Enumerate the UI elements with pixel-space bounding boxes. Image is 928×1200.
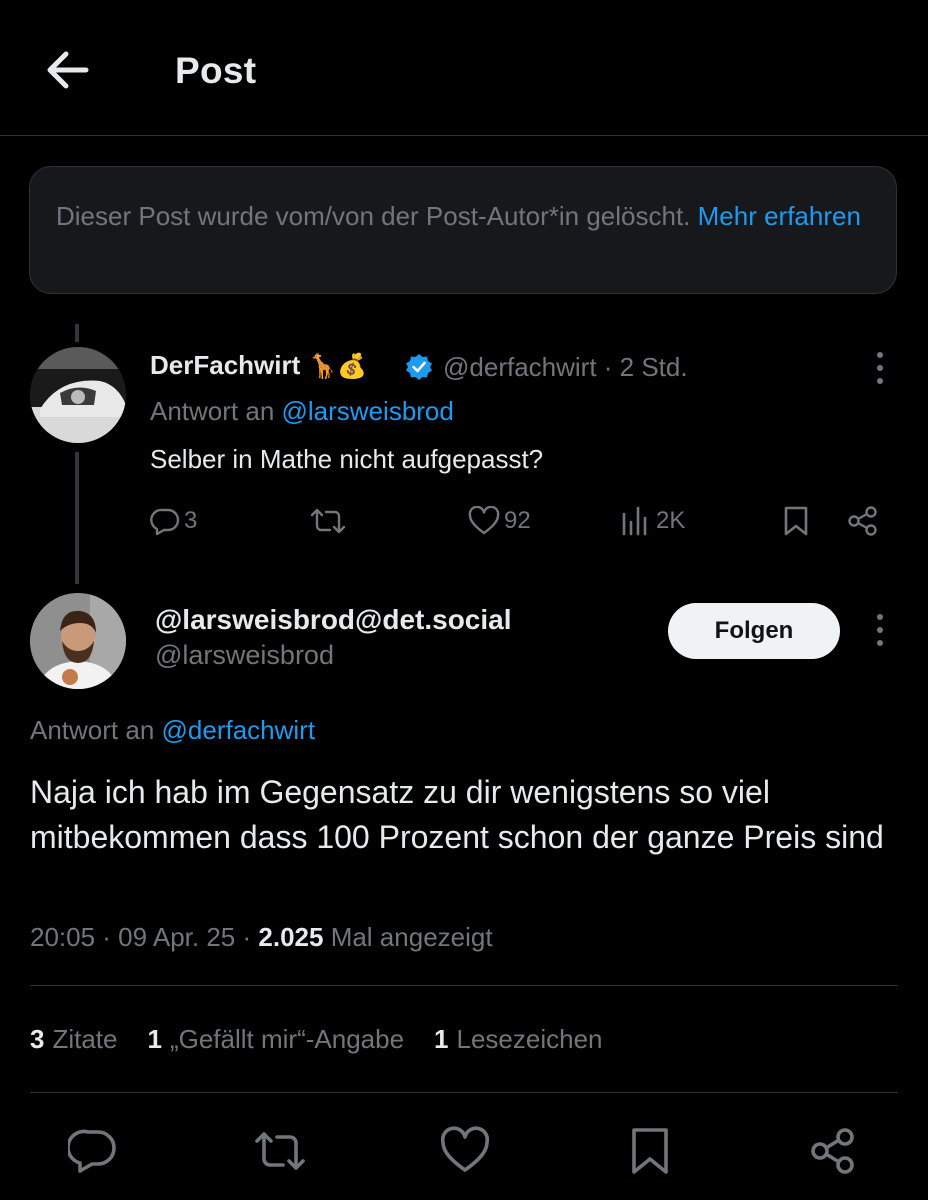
bookmarks-label: Lesezeichen [456, 1024, 603, 1054]
replying-to: Antwort an @derfachwirt [30, 715, 315, 746]
view-label: Mal angezeigt [323, 922, 493, 952]
kebab-icon[interactable] [870, 611, 890, 651]
thread-line [75, 324, 79, 342]
reply-count: 3 [184, 507, 198, 534]
replying-to: Antwort an @larsweisbrod [150, 396, 454, 427]
reply-icon [150, 508, 180, 536]
post-author-handle[interactable]: @larsweisbrod [155, 640, 334, 671]
quotes-count: 3 [30, 1024, 45, 1054]
bookmarks-count: 1 [434, 1024, 449, 1054]
avatar[interactable] [30, 593, 126, 689]
likes-count: 1 [147, 1024, 162, 1054]
like-icon [468, 506, 500, 535]
quotes-label: Zitate [52, 1024, 118, 1054]
page-title: Post [175, 50, 257, 91]
reply-text: Selber in Mathe nicht aufgepasst? [150, 444, 544, 474]
views-icon [622, 506, 647, 536]
kebab-icon[interactable] [870, 349, 890, 389]
timestamp-text: 20:05 · 09 Apr. 25 · [30, 922, 259, 952]
bookmarks-stat[interactable]: 1 Lesezeichen [434, 1024, 602, 1055]
divider [30, 985, 898, 986]
back-arrow-icon[interactable] [44, 48, 92, 92]
share-button[interactable] [846, 498, 880, 544]
notice-text: Dieser Post wurde vom/von der Post-Autor… [56, 201, 698, 231]
replying-prefix: Antwort an [150, 396, 282, 426]
reply-button[interactable]: 3 [150, 498, 197, 544]
post-timestamp: 20:05 · 09 Apr. 25 · 2.025 Mal angezeigt [30, 922, 493, 953]
avatar[interactable] [30, 347, 126, 443]
view-count: 2.025 [258, 922, 324, 952]
replying-handle-link[interactable]: @derfachwirt [162, 715, 316, 745]
share-icon [848, 506, 877, 536]
divider [30, 1092, 898, 1093]
post-author-name[interactable]: @larsweisbrod@det.social [155, 604, 512, 636]
like-icon[interactable] [440, 1126, 490, 1176]
bookmark-icon [784, 506, 808, 536]
like-button[interactable]: 92 [468, 498, 531, 544]
thread-line [75, 452, 79, 584]
bookmark-icon[interactable] [628, 1126, 678, 1176]
reply-author[interactable]: DerFachwirt 🦒💰 [150, 350, 367, 381]
reply-action-bar: 3 92 2K [150, 498, 890, 544]
replying-handle-link[interactable]: @larsweisbrod [282, 396, 454, 426]
repost-icon[interactable] [252, 1126, 308, 1176]
repost-icon [310, 508, 346, 534]
top-bar [0, 0, 928, 136]
replying-prefix: Antwort an [30, 715, 162, 745]
reply-author-name: DerFachwirt [150, 350, 301, 380]
bookmark-button[interactable] [782, 498, 810, 544]
deleted-post-notice: Dieser Post wurde vom/von der Post-Autor… [29, 166, 897, 294]
learn-more-link[interactable]: Mehr erfahren [698, 201, 861, 231]
quotes-stat[interactable]: 3 Zitate [30, 1024, 118, 1055]
likes-stat[interactable]: 1 „Gefällt mir“-Angabe [148, 1024, 405, 1055]
reply-handle-time: @derfachwirt · 2 Std. [443, 352, 688, 382]
engagement-stats: 3 Zitate 1 „Gefällt mir“-Angabe 1 Lesezeich… [30, 1024, 603, 1055]
views-count: 2K [656, 507, 686, 534]
follow-button[interactable]: Folgen [668, 603, 840, 659]
repost-button[interactable] [308, 498, 348, 544]
like-count: 92 [504, 507, 531, 534]
profile-emojis: 🦒💰 [307, 353, 368, 380]
reply-icon[interactable] [68, 1126, 118, 1176]
likes-label: „Gefällt mir“-Angabe [169, 1024, 405, 1054]
share-icon[interactable] [808, 1126, 858, 1176]
verified-badge-icon [405, 353, 433, 381]
views-button[interactable]: 2K [620, 498, 685, 544]
post-body: Naja ich hab im Gegensatz zu dir wenigst… [30, 774, 884, 855]
